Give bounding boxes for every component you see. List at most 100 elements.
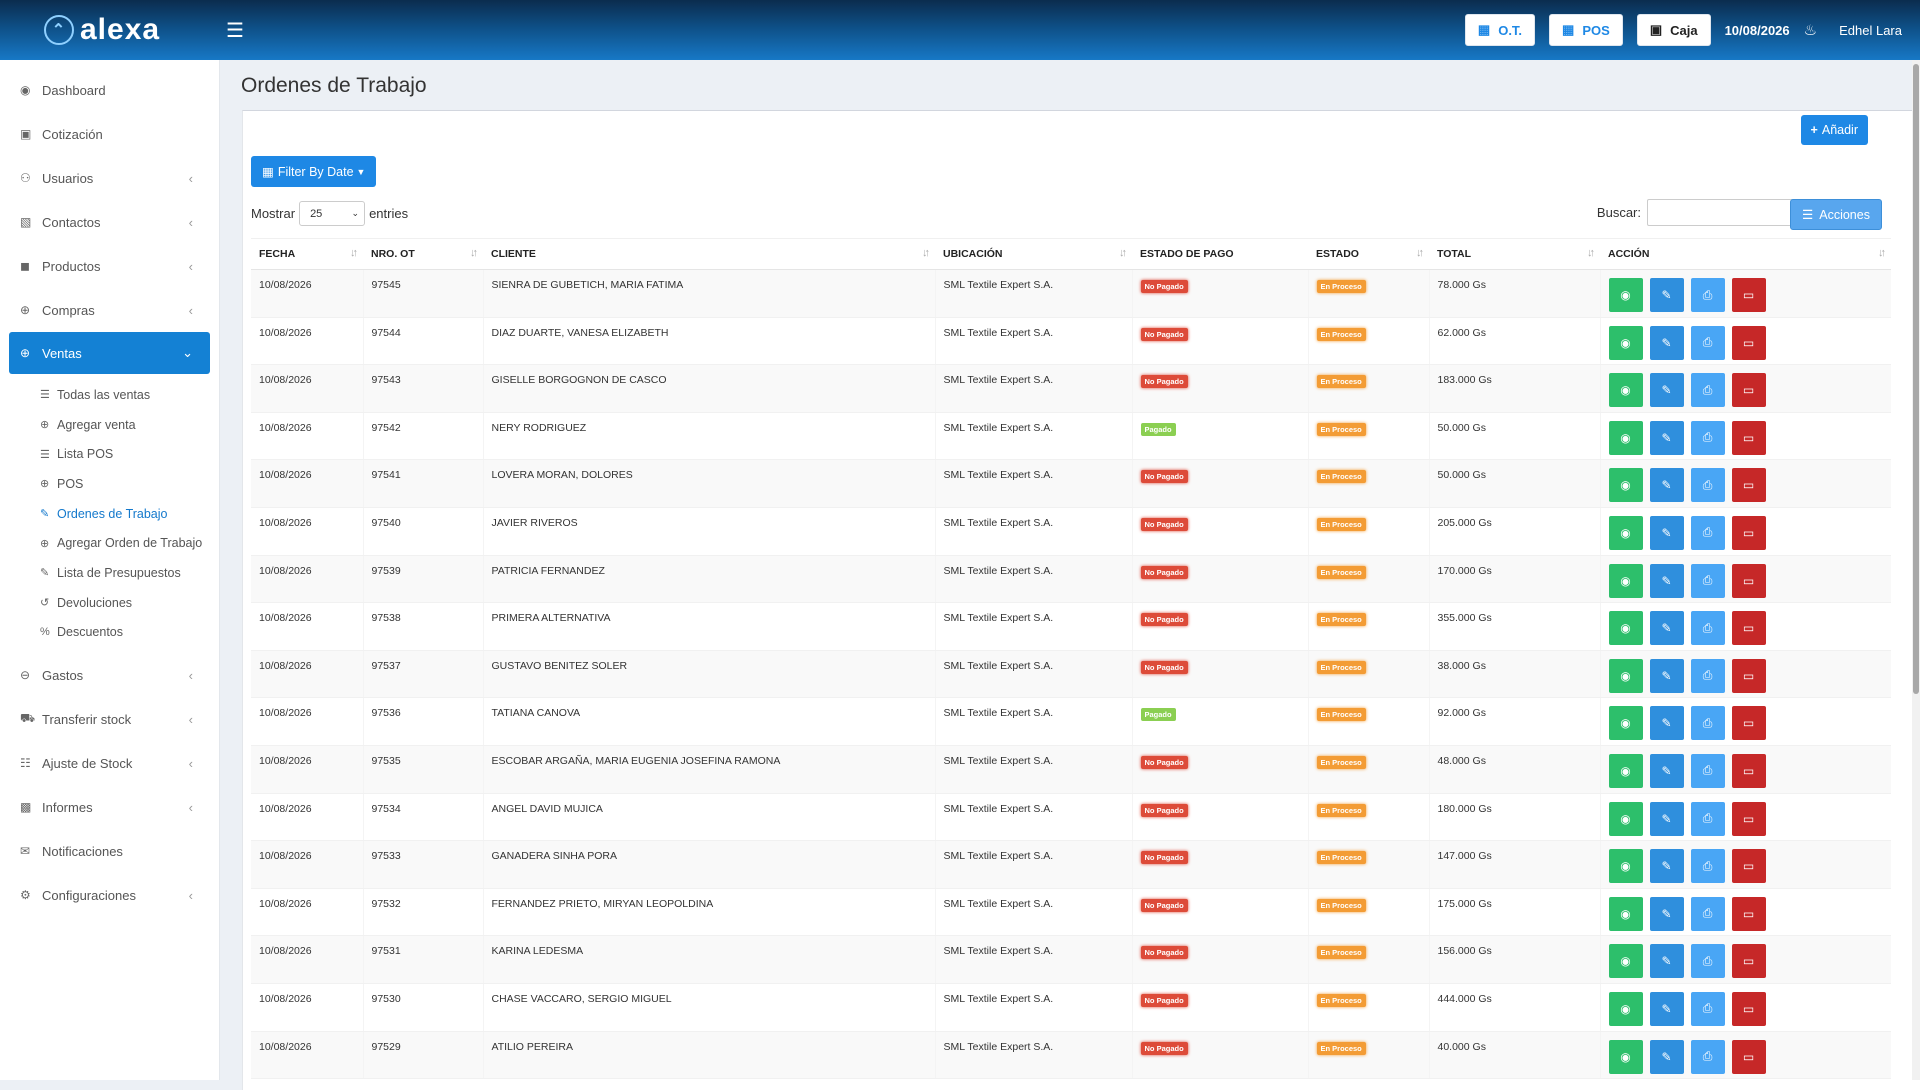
sidebar-item-usuarios[interactable]: ⚇ Usuarios ‹ [0,156,219,200]
delete-button[interactable]: ▭ [1731,373,1766,408]
view-button[interactable]: ◉ [1608,515,1643,550]
delete-button[interactable]: ▭ [1731,468,1766,503]
submenu-item-descuentos[interactable]: % Descuentos [0,618,219,648]
delete-button[interactable]: ▭ [1731,991,1766,1026]
brand-logo[interactable]: ⌃ alexa [0,0,220,60]
entries-select[interactable]: 25 ⌄ [299,201,366,226]
table-row[interactable]: 10/08/2026 97544 DIAZ DUARTE, VANESA ELIZA… [251,317,1891,366]
view-button[interactable]: ◉ [1608,753,1643,788]
add-button[interactable]: + Añadir [1800,115,1868,145]
table-row[interactable]: 10/08/2026 97534 ANGEL DAVID MUJICA SML Tex… [251,793,1891,842]
table-row[interactable]: 10/08/2026 97536 TATIANA CANOVA SML Textile… [251,697,1891,746]
view-button[interactable]: ◉ [1608,944,1643,979]
print-button[interactable]: ⎙ [1690,468,1725,503]
table-row[interactable]: 10/08/2026 97539 PATRICIA FERNANDEZ SML Tex… [251,555,1891,604]
print-button[interactable]: ⎙ [1690,563,1725,598]
ot-button[interactable]: ▦ O.T. [1464,14,1536,46]
edit-button[interactable]: ✎ [1649,468,1684,503]
scrollbar-thumb[interactable] [1913,64,1919,694]
submenu-item-agregar-orden[interactable]: ⊕ Agregar Orden de Trabajo [0,528,219,558]
view-button[interactable]: ◉ [1608,420,1643,455]
delete-button[interactable]: ▭ [1731,849,1766,884]
table-row[interactable]: 10/08/2026 97543 GISELLE BORGOGNON DE CASC… [251,364,1891,413]
delete-button[interactable]: ▭ [1731,611,1766,646]
sidebar-item-cotizacion[interactable]: ▣ Cotización [0,112,219,156]
view-button[interactable]: ◉ [1608,1039,1643,1074]
edit-button[interactable]: ✎ [1649,849,1684,884]
view-button[interactable]: ◉ [1608,373,1643,408]
submenu-item-ordenes-trabajo[interactable]: ✎ Ordenes de Trabajo [0,499,219,529]
edit-button[interactable]: ✎ [1649,706,1684,741]
view-button[interactable]: ◉ [1608,991,1643,1026]
submenu-item-presupuestos[interactable]: ✎ Lista de Presupuestos [0,558,219,588]
delete-button[interactable]: ▭ [1731,706,1766,741]
table-row[interactable]: 10/08/2026 97530 CHASE VACCARO, SERGIO MIG… [251,983,1891,1032]
table-row[interactable]: 10/08/2026 97545 SIENRA DE GUBETICH, MARIA… [251,269,1891,318]
edit-button[interactable]: ✎ [1649,1039,1684,1074]
search-input[interactable] [1647,199,1802,226]
print-button[interactable]: ⎙ [1690,753,1725,788]
user-menu[interactable]: Edhel Lara [1839,23,1902,38]
print-button[interactable]: ⎙ [1690,325,1725,360]
edit-button[interactable]: ✎ [1649,278,1684,312]
print-button[interactable]: ⎙ [1690,278,1725,312]
print-button[interactable]: ⎙ [1690,896,1725,931]
table-row[interactable]: 10/08/2026 97532 FERNANDEZ PRIETO, MIRYAN … [251,888,1891,937]
sidebar-item-configuraciones[interactable]: ⚙ Configuraciones ‹ [0,873,219,917]
print-button[interactable]: ⎙ [1690,611,1725,646]
edit-button[interactable]: ✎ [1649,611,1684,646]
print-button[interactable]: ⎙ [1690,515,1725,550]
col-header-estado-pago[interactable]: Estado de pago [1132,238,1308,270]
delete-button[interactable]: ▭ [1731,753,1766,788]
delete-button[interactable]: ▭ [1731,563,1766,598]
delete-button[interactable]: ▭ [1731,278,1766,312]
edit-button[interactable]: ✎ [1649,420,1684,455]
print-button[interactable]: ⎙ [1690,1039,1725,1074]
print-button[interactable]: ⎙ [1690,944,1725,979]
table-row[interactable]: 10/08/2026 97529 ATILIO PEREIRA SML Textile… [251,1031,1891,1080]
table-row[interactable]: 10/08/2026 97542 NERY RODRIGUEZ SML Textile… [251,412,1891,461]
sidebar-item-notificaciones[interactable]: ✉ Notificaciones [0,829,219,873]
view-button[interactable]: ◉ [1608,468,1643,503]
bell-icon[interactable]: ♨ [1804,21,1817,39]
table-row[interactable]: 10/08/2026 97535 ESCOBAR ARGAÑA, MARIA EUG… [251,745,1891,794]
print-button[interactable]: ⎙ [1690,373,1725,408]
delete-button[interactable]: ▭ [1731,420,1766,455]
sidebar-item-contactos[interactable]: ▧ Contactos ‹ [0,200,219,244]
view-button[interactable]: ◉ [1608,801,1643,836]
hamburger-menu-icon[interactable]: ☰ [226,18,244,43]
table-row[interactable]: 10/08/2026 97531 KARINA LEDESMA SML Textile… [251,935,1891,984]
view-button[interactable]: ◉ [1608,896,1643,931]
print-button[interactable]: ⎙ [1690,706,1725,741]
submenu-item-agregar-venta[interactable]: ⊕ Agregar venta [0,410,219,440]
edit-button[interactable]: ✎ [1649,991,1684,1026]
edit-button[interactable]: ✎ [1649,325,1684,360]
edit-button[interactable]: ✎ [1649,563,1684,598]
submenu-item-devoluciones[interactable]: ↺ Devoluciones [0,588,219,618]
edit-button[interactable]: ✎ [1649,373,1684,408]
delete-button[interactable]: ▭ [1731,658,1766,693]
print-button[interactable]: ⎙ [1690,849,1725,884]
caja-button[interactable]: ▣ Caja [1636,14,1711,46]
table-row[interactable]: 10/08/2026 97541 LOVERA MORAN, DOLORES SML … [251,459,1891,508]
table-row[interactable]: 10/08/2026 97533 GANADERA SINHA PORA SML Te… [251,840,1891,889]
sidebar-item-ventas[interactable]: ⊕ Ventas ⌄ [9,332,210,374]
view-button[interactable]: ◉ [1608,706,1643,741]
sidebar-item-dashboard[interactable]: ◉ Dashboard [0,68,219,112]
submenu-item-lista-pos[interactable]: ☰ Lista POS [0,439,219,469]
print-button[interactable]: ⎙ [1690,991,1725,1026]
sidebar-item-productos[interactable]: ◼ Productos ‹ [0,244,219,288]
edit-button[interactable]: ✎ [1649,801,1684,836]
print-button[interactable]: ⎙ [1690,801,1725,836]
col-header-total[interactable]: Total ↓↑ [1429,238,1600,270]
sidebar-item-gastos[interactable]: ⊖ Gastos ‹ [0,653,219,697]
edit-button[interactable]: ✎ [1649,896,1684,931]
sidebar-item-compras[interactable]: ⊕ Compras ‹ [0,288,219,332]
filter-by-date-button[interactable]: ▦ Filter By Date ▼ [251,156,377,187]
print-button[interactable]: ⎙ [1690,420,1725,455]
col-header-nro-ot[interactable]: Nro. OT ↓↑ [363,238,483,270]
delete-button[interactable]: ▭ [1731,801,1766,836]
table-row[interactable]: 10/08/2026 97537 GUSTAVO BENITEZ SOLER SML … [251,650,1891,699]
submenu-item-todas-ventas[interactable]: ☰ Todas las ventas [0,380,219,410]
sidebar-item-informes[interactable]: ▩ Informes ‹ [0,785,219,829]
